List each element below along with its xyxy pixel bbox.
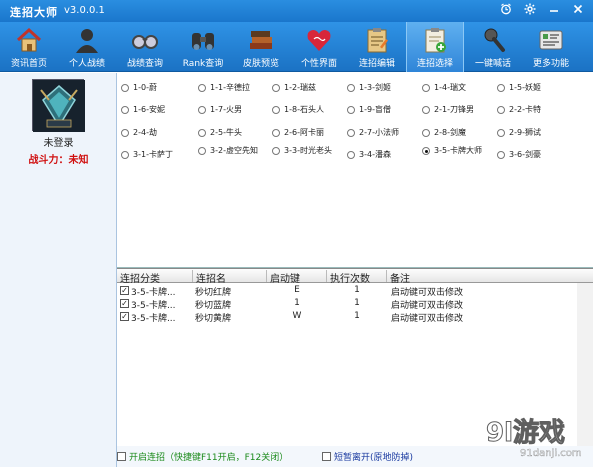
glasses-icon — [132, 35, 158, 49]
app-title: 连招大师 — [10, 6, 58, 19]
combo-radio-selected[interactable]: 3-5-卡牌大师 — [422, 146, 482, 156]
combo-radio[interactable]: 2-1-刀锋男 — [422, 105, 498, 115]
minimize-icon[interactable] — [547, 3, 561, 17]
combo-radio[interactable]: 2-5-牛头 — [198, 128, 274, 138]
avatar[interactable] — [32, 79, 85, 132]
combo-radio[interactable]: 3-3-时光老头 — [272, 146, 332, 156]
window-controls — [499, 3, 585, 17]
column-category[interactable]: 连招分类 — [117, 270, 193, 285]
combo-radio[interactable]: 3-4-潘森 — [347, 150, 423, 160]
title-bar: 连招大师 v3.0.0.1 — [0, 0, 593, 22]
toolbar-rank-query[interactable]: Rank查询 — [174, 22, 232, 72]
toolbar-more-features[interactable]: 更多功能 — [522, 22, 580, 72]
column-name[interactable]: 连招名 — [193, 270, 267, 285]
combo-radio[interactable]: 2-8-剑魔 — [422, 128, 498, 138]
toolbar-skin-preview[interactable]: 皮肤预览 — [232, 22, 290, 72]
table-row[interactable]: ✓ 3-5-卡牌... 秒切蓝牌 1 1 启动键可双击修改 — [117, 297, 593, 311]
site-watermark: 9l游戏 91danji.com — [480, 412, 590, 464]
combo-radio[interactable]: 2-9-狮试 — [497, 128, 573, 138]
app-version: v3.0.0.1 — [64, 5, 105, 16]
combo-radio[interactable]: 2-7-小法师 — [347, 128, 423, 138]
toolbar-personal-record[interactable]: 个人战绩 — [58, 22, 116, 72]
user-silhouette-icon — [76, 29, 98, 53]
combo-radio[interactable]: 2-4-劫 — [121, 128, 197, 138]
combo-radio[interactable]: 1-0-蔚 — [121, 83, 197, 93]
clipboard-edit-icon — [367, 28, 388, 53]
toolbar-combo-edit[interactable]: 连招编辑 — [348, 22, 406, 72]
combo-radio[interactable]: 1-3-剑姬 — [347, 83, 423, 93]
alarm-clock-icon[interactable] — [499, 3, 513, 17]
combo-radio[interactable]: 1-5-妖姬 — [497, 83, 573, 93]
combo-radio[interactable]: 1-2-瑞兹 — [272, 83, 348, 93]
binoculars-icon — [192, 33, 214, 50]
combo-radio[interactable]: 1-4-瑞文 — [422, 83, 498, 93]
column-key[interactable]: 启动键 — [267, 270, 327, 285]
combo-radio[interactable]: 1-9-盲僧 — [347, 105, 423, 115]
combo-radio[interactable]: 1-8-石头人 — [272, 105, 348, 115]
main-toolbar: 资讯首页 个人战绩 战绩查询 Rank查询 皮肤预览 个性界面 连招编辑 连招选… — [0, 22, 593, 72]
house-icon — [16, 27, 42, 52]
gear-icon[interactable] — [523, 3, 537, 17]
watermark-logo: 9l游戏 — [485, 418, 566, 449]
toolbar-quick-shout[interactable]: 一键喊话 — [464, 22, 522, 72]
combo-radio[interactable]: 1-6-安妮 — [121, 105, 197, 115]
combo-selection-panel: 1-0-蔚 1-1-辛德拉 1-2-瑞兹 1-3-剑姬 1-4-瑞文 1-5-妖… — [117, 73, 593, 268]
books-icon — [250, 31, 272, 49]
table-row[interactable]: ✓ 3-5-卡牌... 秒切黄牌 W 1 启动键可双击修改 — [117, 310, 593, 324]
combo-radio[interactable]: 3-1-卡萨丁 — [121, 150, 197, 160]
enable-combo-checkbox[interactable]: 开启连招（快捷键F11开启，F12关闭） — [117, 450, 288, 463]
combo-radio[interactable]: 2-2-卡特 — [497, 105, 573, 115]
table-row[interactable]: ✓ 3-5-卡牌... 秒切红牌 E 1 启动键可双击修改 — [117, 284, 593, 298]
profile-sidebar: 未登录 战斗力：未知 — [0, 73, 117, 467]
table-header: 连招分类 连招名 启动键 执行次数 备注 — [117, 269, 593, 285]
column-note[interactable]: 备注 — [387, 270, 577, 285]
close-icon[interactable] — [571, 3, 585, 17]
combo-radio[interactable]: 3-2-虚空先知 — [198, 146, 258, 156]
combo-radio[interactable]: 1-1-辛德拉 — [198, 83, 274, 93]
toolbar-combo-select[interactable]: 连招选择 — [406, 22, 464, 72]
row-checkbox[interactable]: ✓ — [120, 286, 129, 295]
row-checkbox[interactable]: ✓ — [120, 299, 129, 308]
combo-radio[interactable]: 2-6-阿卡丽 — [272, 128, 348, 138]
toolbar-record-query[interactable]: 战绩查询 — [116, 22, 174, 72]
combo-radio[interactable]: 3-6-剑豪 — [497, 150, 573, 160]
heart-icon — [307, 30, 331, 51]
toolbar-custom-ui[interactable]: 个性界面 — [290, 22, 348, 72]
away-checkbox[interactable]: 短暂离开(原地防掉) — [322, 450, 413, 463]
more-apps-icon — [539, 30, 563, 50]
clipboard-add-icon — [425, 28, 446, 53]
toolbar-news-home[interactable]: 资讯首页 — [0, 22, 58, 72]
column-count[interactable]: 执行次数 — [327, 270, 387, 285]
watermark-url: 91danji.com — [520, 448, 582, 459]
microphone-icon — [484, 28, 505, 52]
combo-radio[interactable]: 1-7-火男 — [198, 105, 274, 115]
login-status: 未登录 — [43, 138, 74, 149]
row-checkbox[interactable]: ✓ — [120, 312, 129, 321]
combat-power: 战斗力：未知 — [28, 155, 89, 166]
